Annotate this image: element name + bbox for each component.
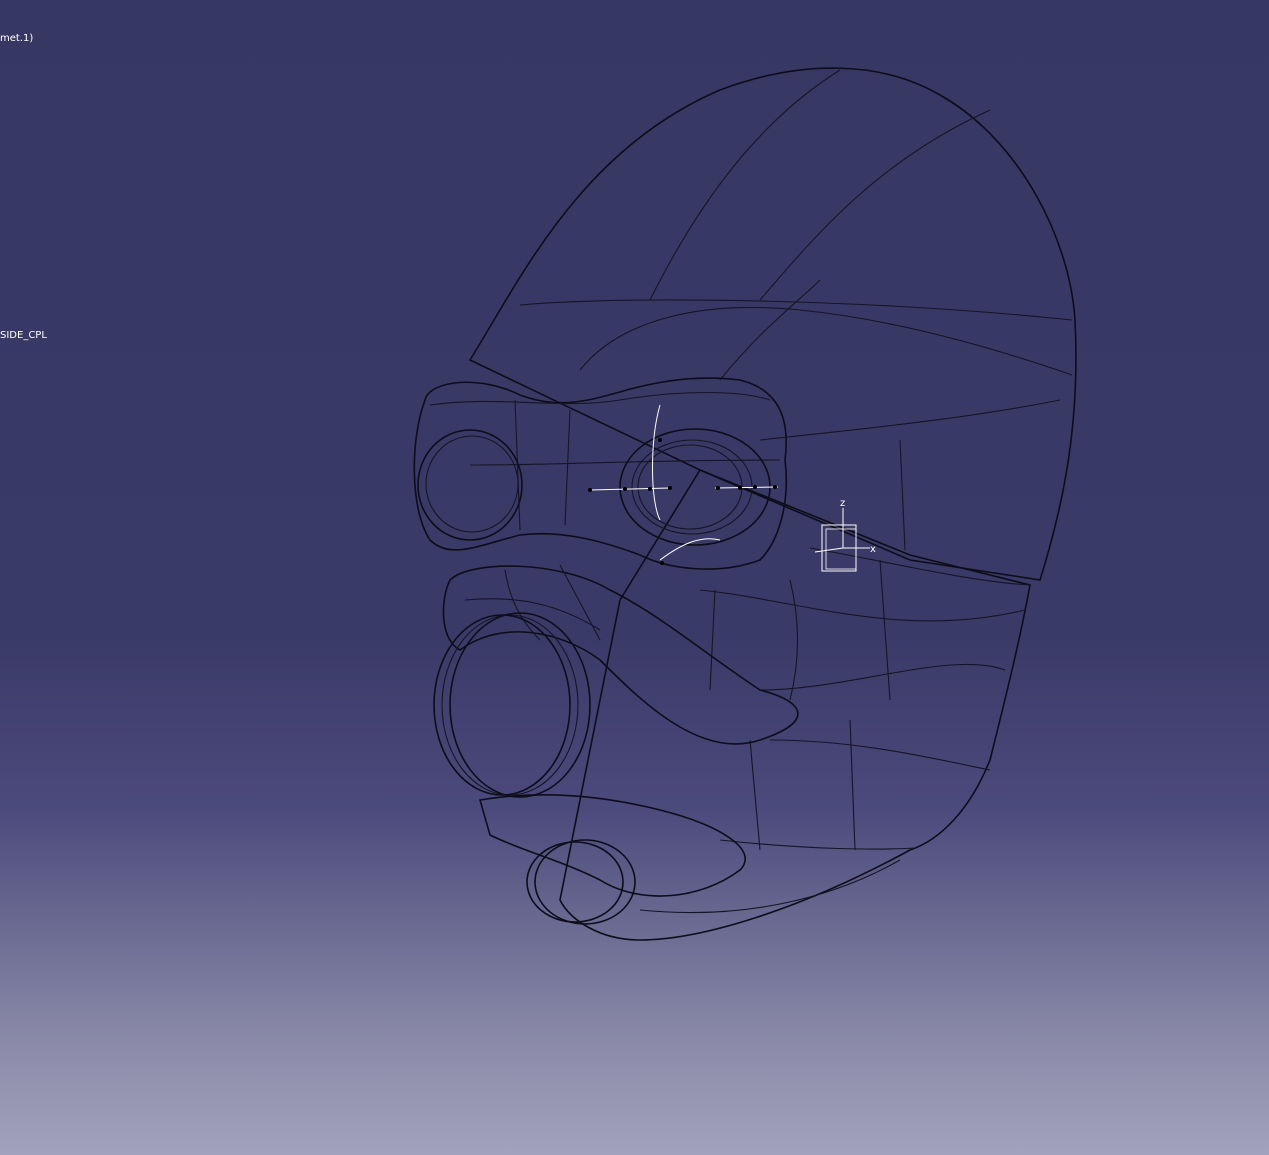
axis-system-gizmo[interactable]: z x [814, 498, 876, 572]
axis-z-label: z [840, 498, 845, 509]
axis-x-label: x [870, 544, 876, 555]
mask-chin-housing[interactable] [478, 793, 746, 897]
helmet-model[interactable]: z x [0, 0, 1269, 1155]
left-eye-lens[interactable] [417, 429, 523, 541]
exhale-valve[interactable] [526, 839, 636, 925]
helmet-dome[interactable] [468, 67, 1077, 581]
helmet-lower-shell[interactable] [559, 469, 1031, 941]
mask-nose-housing[interactable] [442, 564, 799, 745]
3d-viewport[interactable]: met.1) SIDE_CPL z x [0, 0, 1269, 1155]
